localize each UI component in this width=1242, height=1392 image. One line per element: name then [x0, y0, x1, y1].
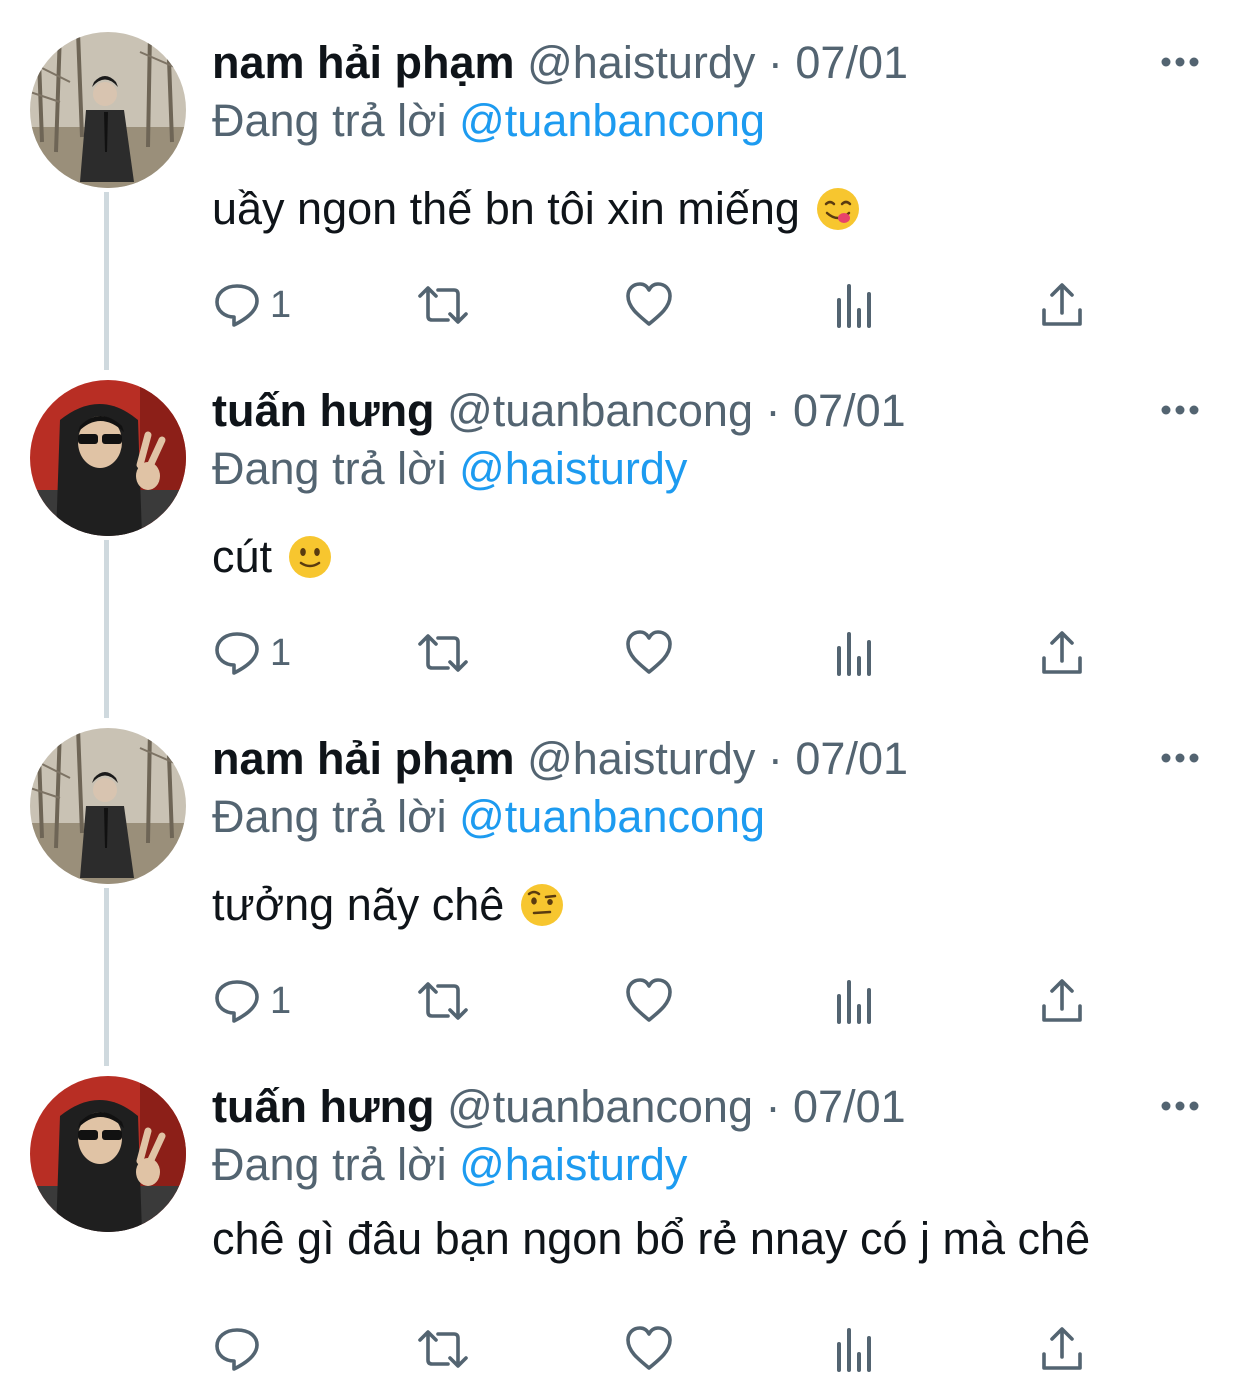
tweet-body: uầy ngon thế bn tôi xin miếng — [212, 183, 800, 234]
share-icon — [1040, 628, 1084, 678]
avatar[interactable] — [30, 380, 186, 536]
retweet-icon — [414, 1324, 472, 1374]
raised-eyebrow-face-icon — [520, 883, 564, 927]
separator-dot: · — [765, 1081, 781, 1132]
user-handle[interactable]: @haisturdy — [527, 733, 755, 784]
tweet-text: tưởng nãy chê — [212, 876, 564, 934]
mention-link[interactable]: @haisturdy — [459, 443, 687, 494]
share-icon — [1040, 1324, 1084, 1374]
retweet-button[interactable] — [414, 976, 472, 1026]
more-options-icon[interactable] — [1160, 1099, 1200, 1113]
reply-button[interactable]: 1 — [212, 976, 291, 1026]
heart-icon — [624, 1324, 674, 1374]
tweet-text: chê gì đâu bạn ngon bổ rẻ nnay có j mà c… — [212, 1210, 1090, 1268]
tweet-text: uầy ngon thế bn tôi xin miếng — [212, 180, 860, 238]
share-button[interactable] — [1040, 976, 1084, 1026]
mention-link[interactable]: @tuanbancong — [459, 95, 765, 146]
tweet[interactable]: tuấn hưng @tuanbancong · 07/01 Đang trả … — [0, 348, 1242, 696]
views-chart-icon — [834, 280, 878, 330]
reply-count: 1 — [270, 980, 292, 1022]
reply-icon — [212, 628, 262, 678]
views-chart-icon — [834, 1324, 878, 1374]
user-handle[interactable]: @haisturdy — [527, 37, 755, 88]
tweet-body: chê gì đâu bạn ngon bổ rẻ nnay có j mà c… — [212, 1213, 1091, 1264]
share-icon — [1040, 280, 1084, 330]
more-options-icon[interactable] — [1160, 751, 1200, 765]
user-handle[interactable]: @tuanbancong — [447, 385, 753, 436]
tweet[interactable]: nam hải phạm @haisturdy · 07/01 Đang trả… — [0, 696, 1242, 1044]
reply-button[interactable]: 1 — [212, 280, 291, 330]
reply-count: 1 — [270, 632, 292, 674]
display-name[interactable]: nam hải phạm — [212, 733, 515, 784]
replying-to: Đang trả lời @haisturdy — [212, 440, 687, 498]
reply-icon — [212, 1324, 262, 1374]
more-options-icon[interactable] — [1160, 55, 1200, 69]
reply-count: 1 — [270, 284, 292, 326]
reply-icon — [212, 976, 262, 1026]
share-button[interactable] — [1040, 280, 1084, 330]
replying-prefix: Đang trả lời — [212, 443, 447, 494]
tweet-header: tuấn hưng @tuanbancong · 07/01 — [212, 382, 906, 440]
reply-button[interactable]: 1 — [212, 628, 291, 678]
tweet-date[interactable]: 07/01 — [795, 37, 908, 88]
replying-prefix: Đang trả lời — [212, 1139, 447, 1190]
tweet-header: nam hải phạm @haisturdy · 07/01 — [212, 730, 908, 788]
views-button[interactable] — [834, 280, 878, 330]
tweet[interactable]: tuấn hưng @tuanbancong · 07/01 Đang trả … — [0, 1044, 1242, 1392]
tweet-date[interactable]: 07/01 — [793, 1081, 906, 1132]
views-button[interactable] — [834, 976, 878, 1026]
replying-to: Đang trả lời @haisturdy — [212, 1136, 687, 1194]
replying-to: Đang trả lời @tuanbancong — [212, 788, 765, 846]
views-button[interactable] — [834, 628, 878, 678]
separator-dot: · — [765, 385, 781, 436]
display-name[interactable]: nam hải phạm — [212, 37, 515, 88]
display-name[interactable]: tuấn hưng — [212, 1081, 435, 1132]
replying-prefix: Đang trả lời — [212, 95, 447, 146]
like-button[interactable] — [624, 628, 674, 678]
mention-link[interactable]: @haisturdy — [459, 1139, 687, 1190]
like-button[interactable] — [624, 976, 674, 1026]
like-button[interactable] — [624, 1324, 674, 1374]
user-handle[interactable]: @tuanbancong — [447, 1081, 753, 1132]
retweet-icon — [414, 280, 472, 330]
heart-icon — [624, 280, 674, 330]
retweet-button[interactable] — [414, 1324, 472, 1374]
retweet-icon — [414, 628, 472, 678]
views-chart-icon — [834, 976, 878, 1026]
retweet-button[interactable] — [414, 628, 472, 678]
tweet-body: cút — [212, 531, 273, 582]
tweet-date[interactable]: 07/01 — [795, 733, 908, 784]
tweet[interactable]: nam hải phạm @haisturdy · 07/01 Đang trả… — [0, 0, 1242, 348]
more-options-icon[interactable] — [1160, 403, 1200, 417]
share-icon — [1040, 976, 1084, 1026]
tweet-header: nam hải phạm @haisturdy · 07/01 — [212, 34, 908, 92]
separator-dot: · — [767, 733, 783, 784]
share-button[interactable] — [1040, 628, 1084, 678]
avatar[interactable] — [30, 1076, 186, 1232]
views-button[interactable] — [834, 1324, 878, 1374]
slightly-smiling-face-icon — [288, 535, 332, 579]
heart-icon — [624, 628, 674, 678]
mention-link[interactable]: @tuanbancong — [459, 791, 765, 842]
share-button[interactable] — [1040, 1324, 1084, 1374]
tweet-date[interactable]: 07/01 — [793, 385, 906, 436]
tweet-header: tuấn hưng @tuanbancong · 07/01 — [212, 1078, 906, 1136]
tweet-text: cút — [212, 528, 332, 586]
avatar[interactable] — [30, 32, 186, 188]
replying-to: Đang trả lời @tuanbancong — [212, 92, 765, 150]
retweet-button[interactable] — [414, 280, 472, 330]
views-chart-icon — [834, 628, 878, 678]
reply-icon — [212, 280, 262, 330]
display-name[interactable]: tuấn hưng — [212, 385, 435, 436]
like-button[interactable] — [624, 280, 674, 330]
reply-button[interactable] — [212, 1324, 262, 1374]
avatar[interactable] — [30, 728, 186, 884]
tweet-body: tưởng nãy chê — [212, 879, 505, 930]
yum-face-icon — [816, 187, 860, 231]
retweet-icon — [414, 976, 472, 1026]
heart-icon — [624, 976, 674, 1026]
separator-dot: · — [767, 37, 783, 88]
replying-prefix: Đang trả lời — [212, 791, 447, 842]
